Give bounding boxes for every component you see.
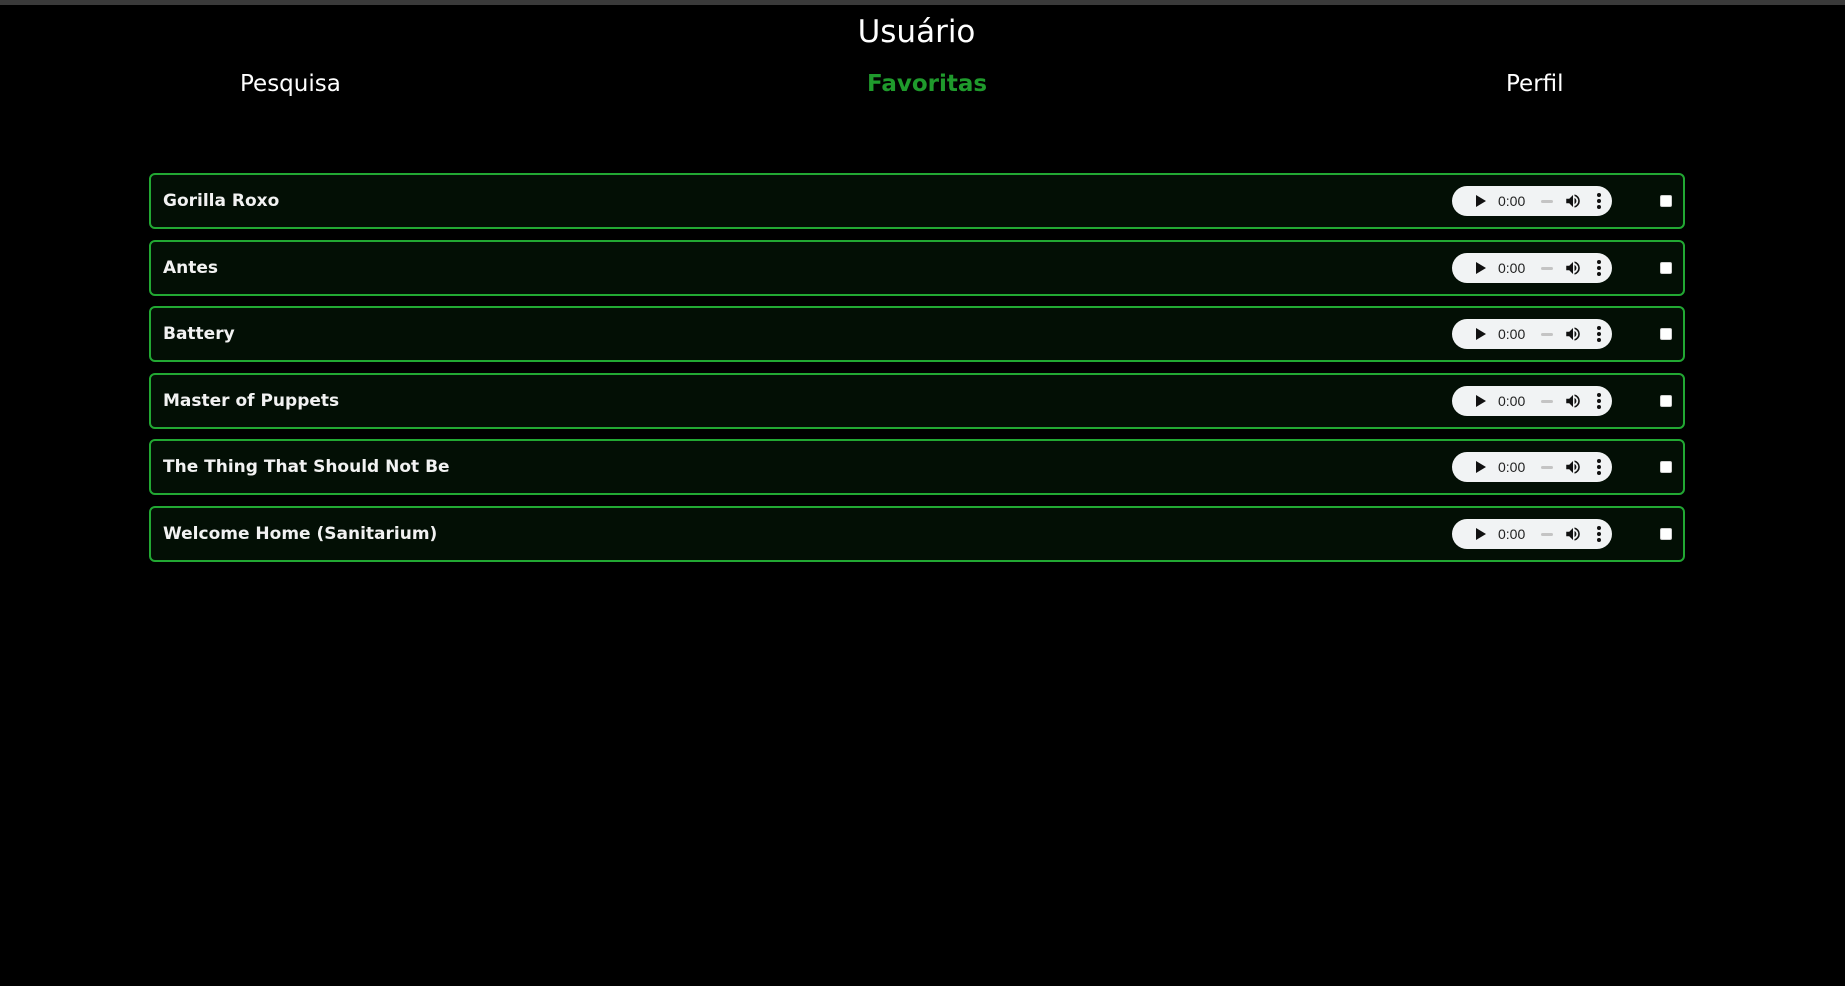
select-checkbox[interactable]: [1660, 195, 1672, 207]
nav-link-pesquisa[interactable]: Pesquisa: [240, 66, 341, 102]
volume-icon[interactable]: [1564, 259, 1582, 277]
volume-icon[interactable]: [1564, 392, 1582, 410]
play-icon[interactable]: [1476, 394, 1486, 407]
progress-slider[interactable]: [1541, 532, 1553, 536]
audio-player[interactable]: 0:00: [1452, 385, 1612, 416]
progress-slider[interactable]: [1541, 466, 1553, 469]
favorite-song-row: The Thing That Should Not Be 0:00: [149, 439, 1685, 495]
player-time: 0:00: [1498, 392, 1526, 409]
select-checkbox[interactable]: [1660, 461, 1672, 473]
more-options-icon[interactable]: [1597, 326, 1601, 342]
audio-player[interactable]: 0:00: [1452, 452, 1612, 482]
favorite-song-row: Antes 0:00: [149, 239, 1685, 296]
favorites-list: Gorilla Roxo 0:00 Antes 0:00 Battery 0:0…: [149, 173, 1685, 572]
volume-icon[interactable]: [1564, 458, 1582, 476]
song-title: Welcome Home (Sanitarium): [163, 523, 438, 544]
favorite-song-row: Master of Puppets 0:00: [149, 372, 1685, 429]
play-icon[interactable]: [1476, 461, 1486, 473]
select-checkbox[interactable]: [1660, 261, 1672, 274]
more-options-icon[interactable]: [1597, 259, 1601, 276]
progress-slider[interactable]: [1541, 399, 1553, 403]
favorite-song-row: Gorilla Roxo 0:00: [149, 173, 1685, 229]
song-title: Antes: [163, 257, 219, 278]
player-time: 0:00: [1498, 193, 1526, 209]
volume-icon[interactable]: [1564, 192, 1582, 210]
song-title: Gorilla Roxo: [163, 191, 280, 211]
volume-icon[interactable]: [1564, 325, 1582, 343]
play-icon[interactable]: [1476, 195, 1486, 207]
nav-link-favoritas[interactable]: Favoritas: [867, 66, 987, 102]
progress-slider[interactable]: [1541, 266, 1553, 270]
select-checkbox[interactable]: [1660, 394, 1672, 407]
progress-slider[interactable]: [1541, 200, 1553, 203]
player-time: 0:00: [1498, 459, 1526, 475]
song-title: The Thing That Should Not Be: [163, 457, 450, 477]
select-checkbox[interactable]: [1660, 527, 1672, 540]
audio-player[interactable]: 0:00: [1452, 518, 1612, 549]
song-title: Master of Puppets: [163, 390, 340, 411]
nav-link-perfil[interactable]: Perfil: [1506, 66, 1564, 102]
select-checkbox[interactable]: [1660, 328, 1672, 340]
more-options-icon[interactable]: [1597, 392, 1601, 409]
audio-player[interactable]: 0:00: [1452, 186, 1612, 216]
play-icon[interactable]: [1476, 261, 1486, 274]
favorite-song-row: Welcome Home (Sanitarium) 0:00: [149, 505, 1685, 562]
audio-player[interactable]: 0:00: [1452, 252, 1612, 283]
play-icon[interactable]: [1476, 328, 1486, 340]
audio-player[interactable]: 0:00: [1452, 319, 1612, 349]
more-options-icon[interactable]: [1597, 525, 1601, 542]
more-options-icon[interactable]: [1597, 459, 1601, 475]
player-time: 0:00: [1498, 525, 1526, 542]
page-title: Usuário: [857, 14, 976, 50]
volume-icon[interactable]: [1564, 525, 1582, 543]
player-time: 0:00: [1498, 326, 1526, 342]
play-icon[interactable]: [1476, 527, 1486, 540]
more-options-icon[interactable]: [1597, 193, 1601, 209]
progress-slider[interactable]: [1541, 333, 1553, 336]
song-title: Battery: [163, 324, 235, 344]
player-time: 0:00: [1498, 259, 1526, 276]
favorite-song-row: Battery 0:00: [149, 306, 1685, 362]
browser-top-bar: [0, 0, 1845, 5]
